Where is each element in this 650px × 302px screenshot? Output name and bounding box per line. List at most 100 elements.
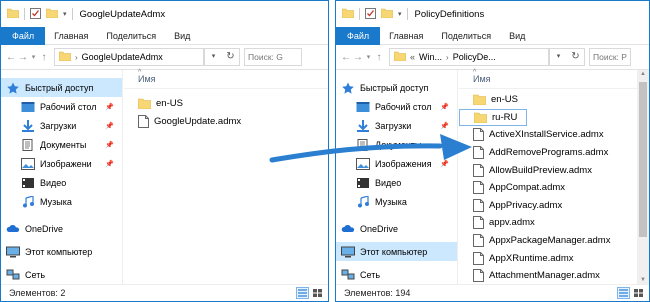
tab-view[interactable]: Вид [500, 27, 534, 45]
list-item[interactable]: AppPrivacy.admx [459, 197, 637, 215]
onedrive-icon [6, 224, 20, 232]
column-header-name[interactable]: ^ Имя [124, 69, 328, 89]
large-icons-view-icon[interactable] [632, 287, 645, 299]
nav-item-video[interactable]: Видео [336, 173, 457, 192]
nav-item-quick-access[interactable]: Быстрый доступ [1, 78, 122, 97]
pin-icon[interactable]: 📌 [440, 160, 449, 168]
pin-icon[interactable]: 📌 [440, 141, 449, 149]
divider [406, 8, 408, 20]
up-button[interactable]: ↑ [38, 52, 50, 63]
list-item[interactable]: ActiveXInstallService.admx [459, 126, 637, 144]
list-item[interactable]: AddRemovePrograms.admx [459, 144, 637, 162]
tab-file[interactable]: Файл [336, 26, 381, 45]
computer-icon [6, 246, 20, 257]
nav-item-documents[interactable]: Документы 📌 [1, 135, 122, 154]
nav-item-network[interactable]: Сеть [1, 265, 122, 284]
nav-item-desktop[interactable]: Рабочий стол 📌 [336, 97, 457, 116]
recent-locations-button[interactable]: ▾ [29, 53, 38, 61]
pin-icon[interactable]: 📌 [105, 122, 114, 130]
address-field[interactable]: « Win... › PolicyDe... [389, 48, 549, 66]
list-item[interactable]: appv.admx [459, 214, 637, 232]
scroll-up-icon[interactable]: ▲ [637, 71, 649, 77]
customize-quick-access-icon[interactable]: ▾ [398, 10, 402, 18]
column-header-name[interactable]: ^ Имя [459, 69, 637, 89]
properties-icon[interactable] [365, 7, 376, 21]
new-folder-icon[interactable] [380, 8, 394, 20]
nav-item-music[interactable]: Музыка [1, 192, 122, 211]
pin-icon[interactable]: 📌 [440, 103, 449, 111]
pictures-icon [356, 157, 370, 170]
nav-item-onedrive[interactable]: OneDrive [1, 219, 122, 238]
window-title: PolicyDefinitions [414, 8, 485, 20]
network-icon [6, 269, 20, 279]
nav-item-quick-access[interactable]: Быстрый доступ [336, 78, 457, 97]
list-item[interactable]: AllowBuildPreview.admx [459, 161, 637, 179]
details-view-icon[interactable] [296, 287, 309, 299]
file-icon [473, 269, 484, 283]
back-button[interactable]: ← [5, 52, 17, 63]
nav-item-this-pc[interactable]: Этот компьютер [1, 242, 122, 261]
list-item[interactable]: AppXRuntime.admx [459, 249, 637, 267]
search-field[interactable]: Поиск: P [589, 48, 631, 66]
refresh-button[interactable]: ↻ [222, 48, 240, 66]
nav-item-this-pc[interactable]: Этот компьютер [336, 242, 457, 261]
new-folder-icon[interactable] [45, 8, 59, 20]
download-icon [22, 119, 34, 132]
nav-item-pictures[interactable]: Изображени 📌 [1, 154, 122, 173]
tab-share[interactable]: Поделиться [97, 27, 165, 45]
list-item[interactable]: en-US [459, 91, 637, 109]
up-button[interactable]: ↑ [373, 52, 385, 63]
nav-item-downloads[interactable]: Загрузки 📌 [336, 116, 457, 135]
nav-item-desktop[interactable]: Рабочий стол 📌 [1, 97, 122, 116]
nav-item-downloads[interactable]: Загрузки 📌 [1, 116, 122, 135]
tab-file[interactable]: Файл [1, 26, 46, 45]
list-item[interactable]: AppCompat.admx [459, 179, 637, 197]
nav-item-network[interactable]: Сеть [336, 265, 457, 284]
nav-item-documents[interactable]: Документы 📌 [336, 135, 457, 154]
tab-home[interactable]: Главная [380, 27, 432, 45]
pin-icon[interactable]: 📌 [105, 141, 114, 149]
file-icon [473, 146, 484, 160]
nav-item-pictures[interactable]: Изображения 📌 [336, 154, 457, 173]
address-dropdown-button[interactable]: ▾ [204, 48, 222, 66]
list-item[interactable]: GoogleUpdate.admx [124, 113, 328, 131]
address-segment[interactable]: PolicyDe... [453, 52, 496, 62]
list-item[interactable]: ru-RU [459, 108, 527, 127]
search-input[interactable]: Поиск: P [593, 52, 627, 62]
nav-item-video[interactable]: Видео [1, 173, 122, 192]
tab-view[interactable]: Вид [165, 27, 199, 45]
documents-icon [22, 138, 33, 151]
list-item[interactable]: AppxPackageManager.admx [459, 232, 637, 250]
list-item[interactable]: en-US [124, 95, 328, 113]
refresh-button[interactable]: ↻ [567, 48, 585, 66]
tab-home[interactable]: Главная [45, 27, 97, 45]
vertical-scrollbar[interactable]: ▲ ▼ [637, 70, 649, 284]
pin-icon[interactable]: 📌 [440, 122, 449, 130]
tab-share[interactable]: Поделиться [432, 27, 500, 45]
details-view-icon[interactable] [617, 287, 630, 299]
forward-button[interactable]: → [352, 52, 364, 63]
address-segment[interactable]: GoogleUpdateAdmx [82, 52, 163, 62]
search-input[interactable]: Поиск: G [248, 52, 283, 62]
pin-icon[interactable]: 📌 [105, 160, 114, 168]
list-item[interactable]: AttachmentManager.admx [459, 267, 637, 285]
search-field[interactable]: Поиск: G [244, 48, 302, 66]
nav-item-music[interactable]: Музыка [336, 192, 457, 211]
file-icon [473, 181, 484, 195]
large-icons-view-icon[interactable] [311, 287, 324, 299]
file-icon [473, 163, 484, 177]
properties-icon[interactable] [30, 7, 41, 21]
customize-quick-access-icon[interactable]: ▾ [63, 10, 67, 18]
address-segment[interactable]: Win... [419, 52, 442, 62]
address-field[interactable]: › GoogleUpdateAdmx [54, 48, 204, 66]
sort-ascending-icon: ^ [473, 69, 477, 76]
pin-icon[interactable]: 📌 [105, 103, 114, 111]
scroll-down-icon[interactable]: ▼ [637, 277, 649, 283]
recent-locations-button[interactable]: ▾ [364, 53, 373, 61]
forward-button[interactable]: → [17, 52, 29, 63]
nav-item-onedrive[interactable]: OneDrive [336, 219, 457, 238]
back-button[interactable]: ← [340, 52, 352, 63]
address-overflow[interactable]: « [410, 52, 415, 62]
address-dropdown-button[interactable]: ▾ [549, 48, 567, 66]
scrollbar-thumb[interactable] [639, 82, 647, 237]
